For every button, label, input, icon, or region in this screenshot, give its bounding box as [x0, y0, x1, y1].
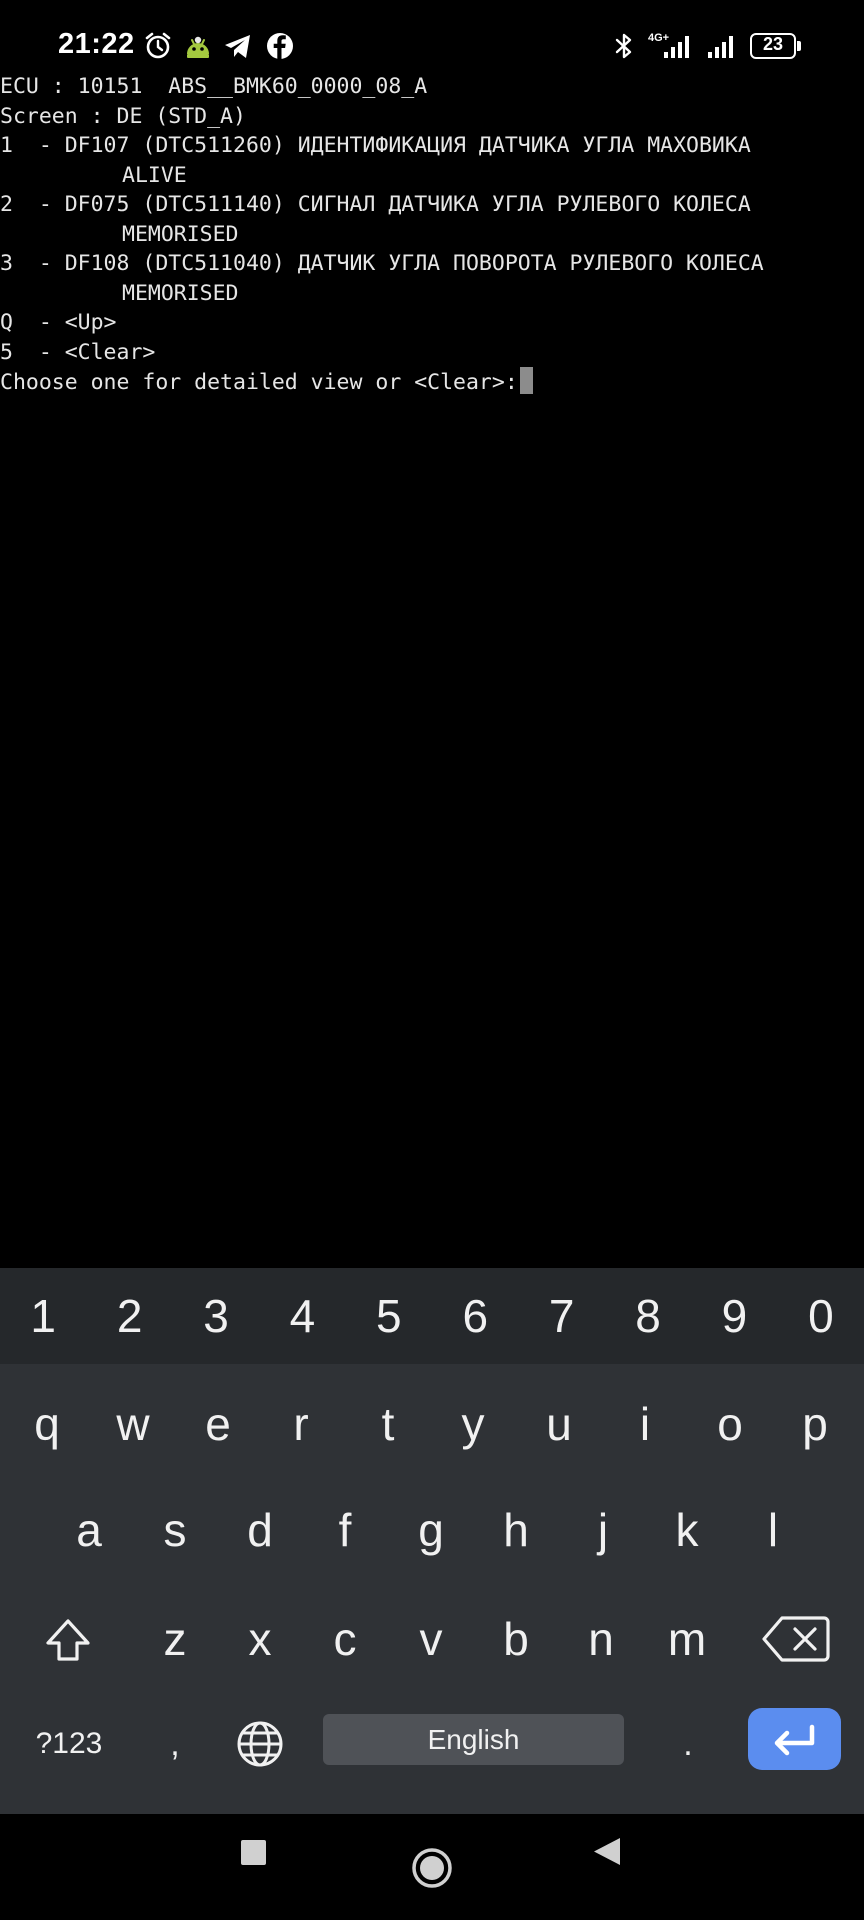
backspace-icon: [762, 1616, 830, 1662]
prompt-line[interactable]: Choose one for detailed view or <Clear>:: [0, 367, 864, 397]
alarm-icon: [142, 30, 174, 62]
keyboard-row-4: ?123 , English .: [0, 1696, 864, 1792]
backspace-key[interactable]: [745, 1591, 845, 1687]
key-8[interactable]: 8: [605, 1268, 691, 1364]
key-w[interactable]: w: [90, 1376, 176, 1472]
keyboard-row-3: z x c v b n m: [0, 1591, 864, 1687]
dtc-status-1: ALIVE: [122, 162, 187, 188]
terminal-output[interactable]: ECU : 10151 ABS__BMK60_0000_08_A Screen …: [0, 72, 864, 1262]
key-y[interactable]: y: [430, 1376, 516, 1472]
key-j[interactable]: j: [560, 1482, 646, 1578]
key-k[interactable]: k: [644, 1482, 730, 1578]
key-x[interactable]: x: [217, 1591, 303, 1687]
key-0[interactable]: 0: [778, 1268, 864, 1364]
key-e[interactable]: e: [175, 1376, 261, 1472]
space-key[interactable]: English: [323, 1714, 624, 1765]
comma-key[interactable]: ,: [150, 1696, 200, 1792]
key-a[interactable]: a: [46, 1482, 132, 1578]
dtc-status-3: MEMORISED: [122, 280, 239, 306]
key-3[interactable]: 3: [173, 1268, 259, 1364]
key-m[interactable]: m: [644, 1591, 730, 1687]
key-i[interactable]: i: [602, 1376, 688, 1472]
key-v[interactable]: v: [388, 1591, 474, 1687]
key-9[interactable]: 9: [691, 1268, 777, 1364]
key-t[interactable]: t: [345, 1376, 431, 1472]
battery-icon: 23: [750, 33, 801, 59]
keyboard-row-1: q w e r t y u i o p: [0, 1376, 864, 1472]
key-d[interactable]: d: [217, 1482, 303, 1578]
android-app-icon: [182, 30, 214, 62]
key-r[interactable]: r: [258, 1376, 344, 1472]
signal-icon-2: [704, 30, 740, 62]
keyboard-row-2: a s d f g h j k l: [0, 1482, 864, 1578]
menu-option-up: Q - <Up>: [0, 310, 117, 335]
key-4[interactable]: 4: [259, 1268, 345, 1364]
globe-icon: [237, 1721, 283, 1767]
key-l[interactable]: l: [730, 1482, 816, 1578]
number-row: 1 2 3 4 5 6 7 8 9 0: [0, 1268, 864, 1364]
home-button[interactable]: [392, 1814, 472, 1920]
key-5[interactable]: 5: [346, 1268, 432, 1364]
soft-keyboard: 1 2 3 4 5 6 7 8 9 0 q w e r t y u i o p …: [0, 1268, 864, 1814]
key-s[interactable]: s: [132, 1482, 218, 1578]
status-bar: 21:22 4G+ 23: [0, 0, 864, 76]
recents-button[interactable]: [213, 1814, 293, 1920]
prompt-text: Choose one for detailed view or <Clear>:: [0, 370, 518, 395]
key-u[interactable]: u: [516, 1376, 602, 1472]
menu-option-clear: 5 - <Clear>: [0, 339, 156, 365]
key-2[interactable]: 2: [86, 1268, 172, 1364]
navigation-bar: [0, 1814, 864, 1920]
back-triangle-icon: [594, 1838, 620, 1865]
key-1[interactable]: 1: [0, 1268, 86, 1364]
telegram-icon: [222, 30, 254, 62]
dtc-status-2: MEMORISED: [122, 221, 239, 247]
key-z[interactable]: z: [132, 1591, 218, 1687]
shift-key[interactable]: [18, 1591, 118, 1687]
symbols-key[interactable]: ?123: [22, 1696, 116, 1792]
battery-level: 23: [762, 34, 784, 54]
key-h[interactable]: h: [473, 1482, 559, 1578]
facebook-icon: [264, 30, 296, 62]
square-icon: [241, 1840, 266, 1865]
terminal-line: ECU : 10151 ABS__BMK60_0000_08_A: [0, 74, 428, 99]
text-cursor: [519, 367, 533, 394]
terminal-line: Screen : DE (STD_A): [0, 103, 246, 129]
back-button[interactable]: [568, 1814, 648, 1920]
key-g[interactable]: g: [388, 1482, 474, 1578]
key-c[interactable]: c: [302, 1591, 388, 1687]
phone-screen: 21:22 4G+ 23 ECU : 10151 ABS__BMK60_0000…: [0, 0, 864, 1920]
signal-icon: [660, 30, 696, 62]
key-p[interactable]: p: [772, 1376, 858, 1472]
dtc-item-2: 2 - DF075 (DTC511140) СИГНАЛ ДАТЧИКА УГЛ…: [0, 192, 751, 217]
dtc-item-1: 1 - DF107 (DTC511260) ИДЕНТИФИКАЦИЯ ДАТЧ…: [0, 133, 751, 158]
key-n[interactable]: n: [558, 1591, 644, 1687]
language-key[interactable]: [228, 1696, 292, 1792]
dtc-item-3: 3 - DF108 (DTC511040) ДАТЧИК УГЛА ПОВОРО…: [0, 251, 764, 276]
period-key[interactable]: .: [665, 1696, 711, 1792]
key-q[interactable]: q: [4, 1376, 90, 1472]
bluetooth-icon: [608, 30, 640, 62]
key-6[interactable]: 6: [432, 1268, 518, 1364]
key-7[interactable]: 7: [518, 1268, 604, 1364]
key-b[interactable]: b: [473, 1591, 559, 1687]
clock: 21:22: [58, 28, 135, 60]
circle-icon: [412, 1848, 452, 1888]
shift-icon: [46, 1619, 90, 1661]
key-o[interactable]: o: [687, 1376, 773, 1472]
key-f[interactable]: f: [302, 1482, 388, 1578]
enter-key[interactable]: [748, 1708, 841, 1770]
enter-icon: [774, 1724, 815, 1756]
